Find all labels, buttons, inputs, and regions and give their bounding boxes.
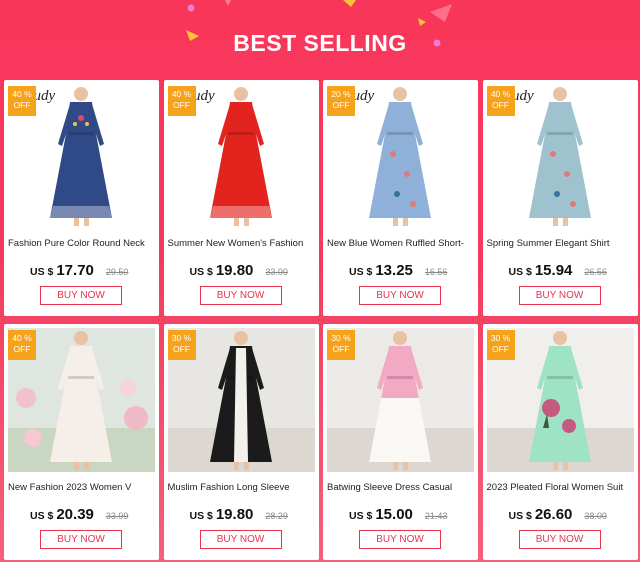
discount-off-label: OFF — [13, 100, 31, 110]
original-price: 38.00 — [584, 511, 607, 521]
currency-label: US $ — [189, 510, 213, 522]
buy-now-button[interactable]: BUY NOW — [359, 286, 441, 305]
currency-label: US $ — [349, 510, 373, 522]
price-row: US $ 20.39 33.99 — [30, 506, 128, 523]
product-name[interactable]: New Fashion 2023 Women V — [8, 482, 158, 493]
sale-price: 15.94 — [534, 262, 573, 279]
product-card[interactable]: oudy 40 % OFF Spring Summer Elegant Shir… — [482, 80, 638, 316]
product-card[interactable]: oudy 40 % OFF Summer New Women's Fashion… — [163, 80, 319, 316]
discount-percent: 30 % — [171, 333, 192, 343]
currency-label: US $ — [508, 266, 532, 278]
buy-now-button[interactable]: BUY NOW — [199, 530, 282, 549]
currency-label: US $ — [349, 266, 373, 278]
discount-badge: 30 % OFF — [327, 330, 355, 360]
original-price: 26.56 — [584, 267, 607, 277]
discount-badge: 20 % OFF — [327, 86, 355, 116]
product-name[interactable]: Batwing Sleeve Dress Casual — [327, 482, 477, 493]
discount-badge: 30 % OFF — [167, 330, 196, 360]
currency-label: US $ — [30, 510, 54, 522]
product-name[interactable]: New Blue Women Ruffled Short- — [327, 238, 477, 249]
price-row: US $ 13.25 16.56 — [349, 262, 447, 279]
best-selling-banner: BEST SELLING — [0, 0, 640, 78]
product-card[interactable]: oudy 40 % OFF Fashion Pure Color Round N… — [4, 80, 159, 316]
discount-percent: 40 % — [12, 89, 32, 99]
discount-off-label: OFF — [492, 100, 509, 110]
discount-badge: 30 % OFF — [486, 330, 515, 360]
currency-label: US $ — [30, 266, 54, 278]
buy-now-button[interactable]: BUY NOW — [40, 286, 122, 305]
sale-price: 20.39 — [56, 506, 94, 523]
discount-off-label: OFF — [332, 344, 350, 354]
buy-now-button[interactable]: BUY NOW — [518, 286, 601, 305]
sale-price: 19.80 — [215, 506, 254, 523]
discount-off-label: OFF — [13, 344, 31, 354]
sale-price: 19.80 — [215, 262, 254, 279]
discount-percent: 20 % — [331, 89, 351, 99]
original-price: 33.99 — [105, 511, 129, 521]
product-name[interactable]: Spring Summer Elegant Shirt — [487, 238, 637, 249]
sale-price: 13.25 — [375, 262, 413, 279]
product-grid: oudy 40 % OFF Fashion Pure Color Round N… — [4, 80, 638, 560]
sale-price: 26.60 — [534, 506, 573, 523]
buy-now-button[interactable]: BUY NOW — [199, 286, 282, 305]
original-price: 28.29 — [265, 511, 288, 521]
product-name[interactable]: 2023 Pleated Floral Women Suit — [487, 482, 637, 493]
discount-percent: 40 % — [171, 89, 192, 99]
discount-badge: 40 % OFF — [8, 330, 36, 360]
product-name[interactable]: Summer New Women's Fashion — [168, 238, 318, 249]
discount-off-label: OFF — [173, 100, 190, 110]
product-name[interactable]: Muslim Fashion Long Sleeve — [168, 482, 318, 493]
product-card[interactable]: 30 % OFF 2023 Pleated Floral Women Suit … — [482, 324, 638, 560]
buy-now-button[interactable]: BUY NOW — [40, 530, 122, 549]
discount-badge: 40 % OFF — [167, 86, 196, 116]
price-row: US $ 19.80 33.00 — [190, 262, 288, 279]
price-row: US $ 15.00 21.43 — [349, 506, 447, 523]
discount-percent: 30 % — [331, 333, 351, 343]
discount-badge: 40 % OFF — [486, 86, 515, 116]
discount-percent: 40 % — [12, 333, 32, 343]
banner-title: BEST SELLING — [233, 30, 407, 56]
product-name[interactable]: Fashion Pure Color Round Neck — [8, 238, 158, 249]
product-card[interactable]: 30 % OFF Batwing Sleeve Dress Casual US … — [323, 324, 478, 560]
discount-off-label: OFF — [332, 100, 350, 110]
sale-price: 17.70 — [56, 262, 94, 279]
currency-label: US $ — [508, 510, 532, 522]
discount-off-label: OFF — [492, 344, 509, 354]
currency-label: US $ — [189, 266, 213, 278]
price-row: US $ 17.70 29.50 — [30, 262, 128, 279]
price-row: US $ 15.94 26.56 — [509, 262, 607, 279]
buy-now-button[interactable]: BUY NOW — [359, 530, 441, 549]
product-card[interactable]: oudy 20 % OFF New Blue Women Ruffled Sho… — [323, 80, 478, 316]
discount-percent: 30 % — [490, 333, 511, 343]
price-row: US $ 19.80 28.29 — [190, 506, 288, 523]
discount-percent: 40 % — [490, 89, 511, 99]
product-card[interactable]: 30 % OFF Muslim Fashion Long Sleeve US $… — [163, 324, 319, 560]
original-price: 16.56 — [424, 267, 448, 277]
price-row: US $ 26.60 38.00 — [509, 506, 607, 523]
original-price: 29.50 — [105, 267, 129, 277]
discount-badge: 40 % OFF — [8, 86, 36, 116]
product-card[interactable]: 40 % OFF New Fashion 2023 Women V US $ 2… — [4, 324, 159, 560]
original-price: 21.43 — [424, 511, 448, 521]
original-price: 33.00 — [265, 267, 288, 277]
buy-now-button[interactable]: BUY NOW — [518, 530, 601, 549]
discount-off-label: OFF — [173, 344, 190, 354]
sale-price: 15.00 — [375, 506, 413, 523]
